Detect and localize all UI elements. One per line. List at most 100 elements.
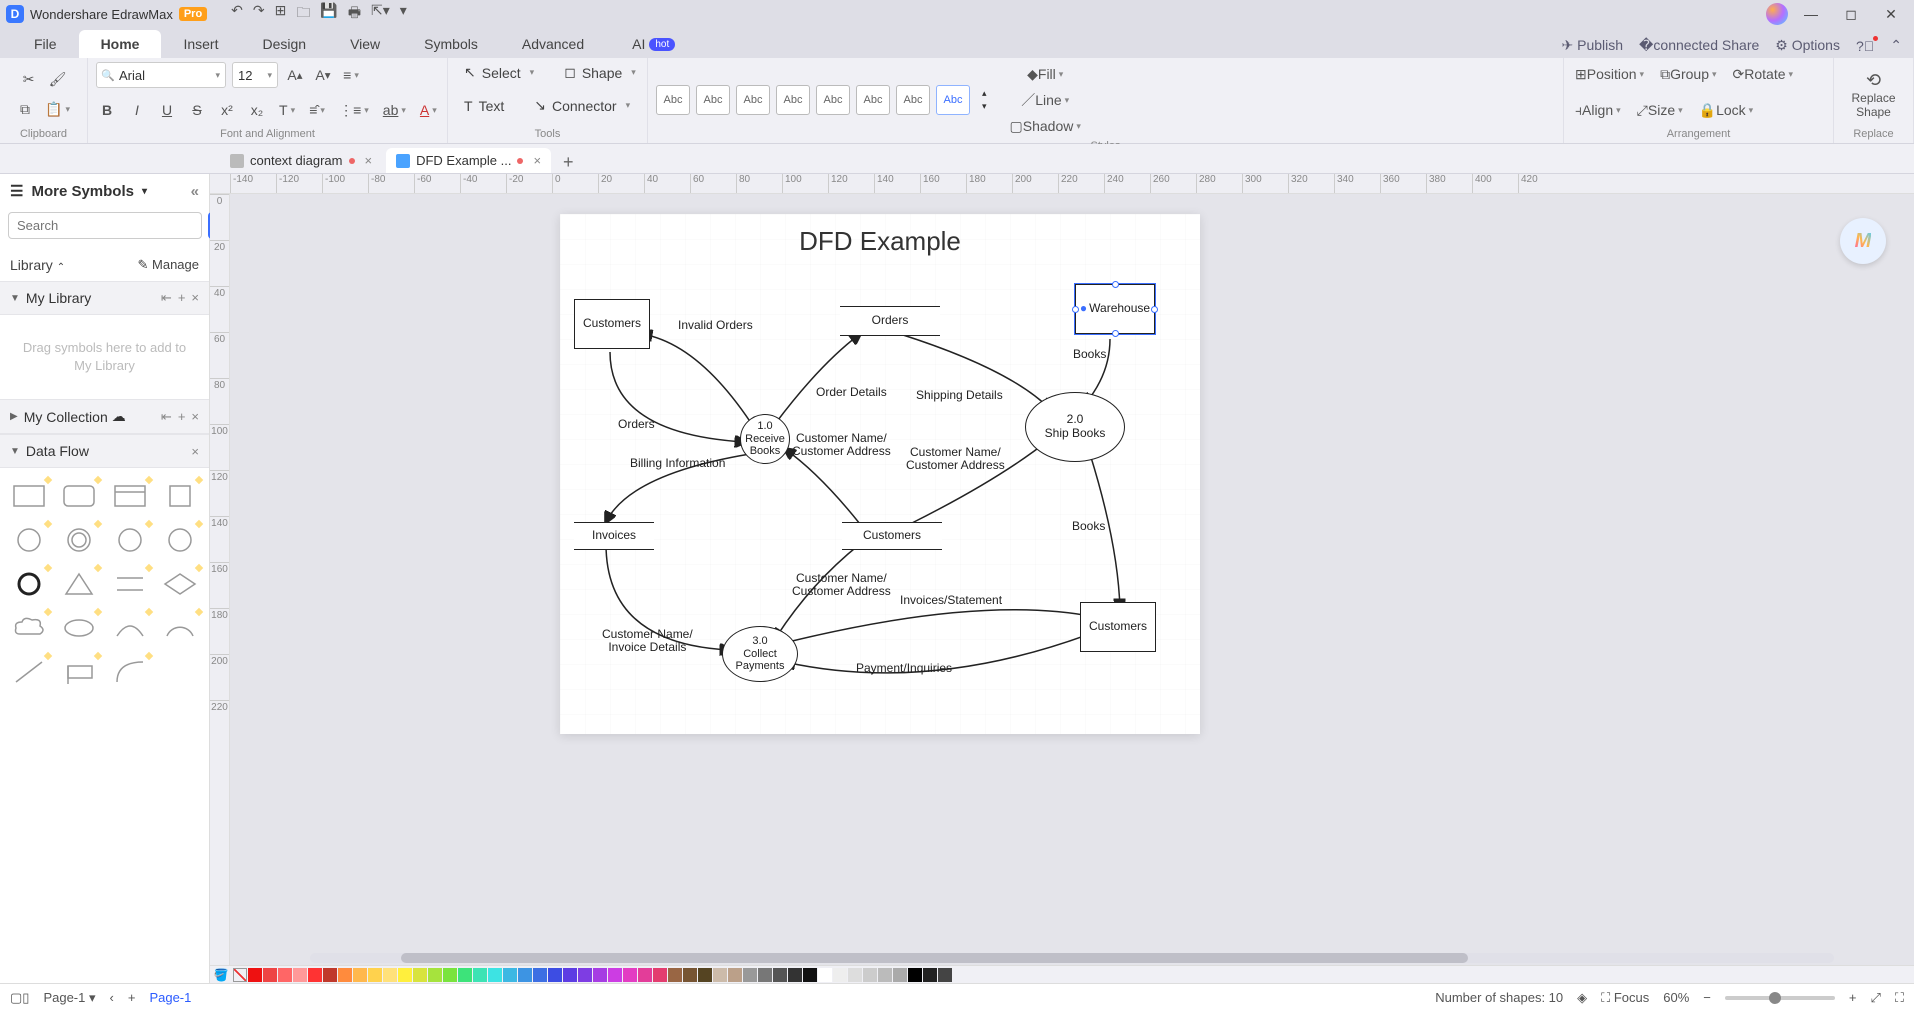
color-swatch[interactable]	[623, 968, 637, 982]
styles-down-icon[interactable]: ▾	[982, 101, 987, 112]
lib-close-icon[interactable]: ×	[191, 290, 199, 306]
open-icon[interactable]: 🗀	[296, 2, 310, 26]
style-preset[interactable]: Abc	[896, 85, 930, 115]
color-swatch[interactable]	[758, 968, 772, 982]
shape-circle[interactable]	[10, 524, 48, 556]
library-dropdown[interactable]: Library ⌃	[10, 257, 65, 273]
copy-icon[interactable]: ⧉	[14, 97, 36, 121]
color-swatch[interactable]	[938, 968, 952, 982]
position-button[interactable]: ⊞ Position	[1572, 62, 1647, 86]
color-swatch[interactable]	[638, 968, 652, 982]
color-swatch[interactable]	[473, 968, 487, 982]
text-tool[interactable]: T Text	[456, 95, 512, 116]
publish-button[interactable]: ✈ Publish	[1562, 37, 1624, 54]
new-icon[interactable]: ⊞	[275, 2, 287, 26]
section-my-library[interactable]: ▼ My Library ⇤ + ×	[0, 281, 209, 315]
redo-icon[interactable]: ↷	[253, 2, 265, 26]
group-button[interactable]: ⧉ Group	[1657, 62, 1719, 86]
close-tab-icon[interactable]: ×	[365, 153, 373, 168]
color-swatch[interactable]	[338, 968, 352, 982]
shape-square[interactable]	[161, 480, 199, 512]
fit-page-icon[interactable]: ⤢	[1870, 990, 1880, 1006]
color-swatch[interactable]	[773, 968, 787, 982]
color-swatch[interactable]	[398, 968, 412, 982]
color-swatch[interactable]	[848, 968, 862, 982]
color-swatch[interactable]	[653, 968, 667, 982]
shape-rect[interactable]	[10, 480, 48, 512]
shape-double-circle[interactable]	[60, 524, 98, 556]
bold-icon[interactable]: B	[96, 98, 118, 122]
manage-button[interactable]: ✎ Manage	[138, 257, 200, 273]
save-icon[interactable]: 💾	[320, 2, 337, 26]
tab-ai[interactable]: AI hot	[610, 30, 697, 58]
line-button[interactable]: ／ Line	[1007, 88, 1084, 112]
zoom-in-icon[interactable]: +	[1849, 990, 1857, 1005]
line-spacing-icon[interactable]: ≡̂	[306, 98, 328, 122]
horizontal-scrollbar[interactable]	[310, 953, 1834, 963]
add-page-icon[interactable]: +	[128, 990, 136, 1005]
color-swatch[interactable]	[293, 968, 307, 982]
color-swatch[interactable]	[578, 968, 592, 982]
shape-diamond[interactable]	[161, 568, 199, 600]
qat-more-icon[interactable]: ▾	[400, 2, 407, 26]
tab-view[interactable]: View	[328, 30, 402, 58]
style-preset[interactable]: Abc	[936, 85, 970, 115]
color-swatch[interactable]	[443, 968, 457, 982]
layers-icon[interactable]: ◈	[1577, 990, 1587, 1006]
cut-icon[interactable]: ✂	[18, 67, 40, 91]
color-swatch[interactable]	[458, 968, 472, 982]
entity-customers-1[interactable]: Customers	[574, 299, 650, 349]
lib-close-icon[interactable]: ×	[191, 409, 199, 425]
color-swatch[interactable]	[263, 968, 277, 982]
color-swatch[interactable]	[893, 968, 907, 982]
tab-advanced[interactable]: Advanced	[500, 30, 606, 58]
lib-add-icon[interactable]: +	[178, 409, 186, 425]
style-preset[interactable]: Abc	[776, 85, 810, 115]
tab-insert[interactable]: Insert	[161, 30, 240, 58]
replace-shape-button[interactable]: ⟲ Replace Shape	[1843, 66, 1903, 123]
h-align-icon[interactable]: ≡	[340, 63, 362, 87]
color-swatch[interactable]	[323, 968, 337, 982]
rotate-button[interactable]: ⟳ Rotate	[1730, 62, 1797, 86]
underline-icon[interactable]: U	[156, 98, 178, 122]
fullscreen-icon[interactable]: ⛶	[1895, 990, 1904, 1006]
color-swatch[interactable]	[488, 968, 502, 982]
font-size-select[interactable]: 12▾	[232, 62, 278, 88]
font-color-icon[interactable]: A	[417, 98, 440, 122]
color-swatch[interactable]	[743, 968, 757, 982]
shape-circle-outline[interactable]	[161, 524, 199, 556]
fill-button[interactable]: ◆ Fill	[1007, 62, 1084, 86]
color-swatch[interactable]	[803, 968, 817, 982]
color-swatch[interactable]	[278, 968, 292, 982]
shadow-button[interactable]: ▢ Shadow	[1007, 114, 1084, 138]
shape-flag-rect[interactable]	[60, 656, 98, 688]
doc-tab-dfd-example[interactable]: DFD Example ... ×	[386, 148, 551, 173]
canvas[interactable]: DFD Example	[230, 194, 1914, 965]
case-icon[interactable]: T	[276, 98, 298, 122]
page-panel-icon[interactable]: ▢▯	[10, 990, 29, 1006]
strike-icon[interactable]: S	[186, 98, 208, 122]
select-tool[interactable]: ↖ Select	[456, 62, 542, 83]
style-preset[interactable]: Abc	[656, 85, 690, 115]
shrink-font-icon[interactable]: A▾	[312, 63, 334, 87]
section-data-flow[interactable]: ▼ Data Flow ×	[0, 434, 209, 468]
style-preset[interactable]: Abc	[816, 85, 850, 115]
page-select[interactable]: Page-1 ▾	[43, 990, 95, 1006]
fill-bucket-icon[interactable]: 🪣	[214, 968, 228, 982]
color-swatch[interactable]	[713, 968, 727, 982]
subscript-icon[interactable]: x₂	[246, 98, 268, 122]
color-swatch[interactable]	[728, 968, 742, 982]
color-swatch[interactable]	[518, 968, 532, 982]
window-minimize-icon[interactable]: —	[1794, 6, 1828, 22]
nofill-swatch[interactable]	[233, 968, 247, 982]
color-swatch[interactable]	[668, 968, 682, 982]
print-icon[interactable]: 🖶	[348, 2, 361, 26]
color-swatch[interactable]	[368, 968, 382, 982]
store-customers[interactable]: Customers	[842, 522, 942, 550]
process-collect-payments[interactable]: 3.0 Collect Payments	[722, 626, 798, 682]
collapse-panel-icon[interactable]: «	[191, 183, 199, 200]
style-preset[interactable]: Abc	[736, 85, 770, 115]
shape-halfcircle[interactable]	[161, 612, 199, 644]
lib-import-icon[interactable]: ⇤	[161, 409, 172, 425]
shape-circle-bold[interactable]	[10, 568, 48, 600]
